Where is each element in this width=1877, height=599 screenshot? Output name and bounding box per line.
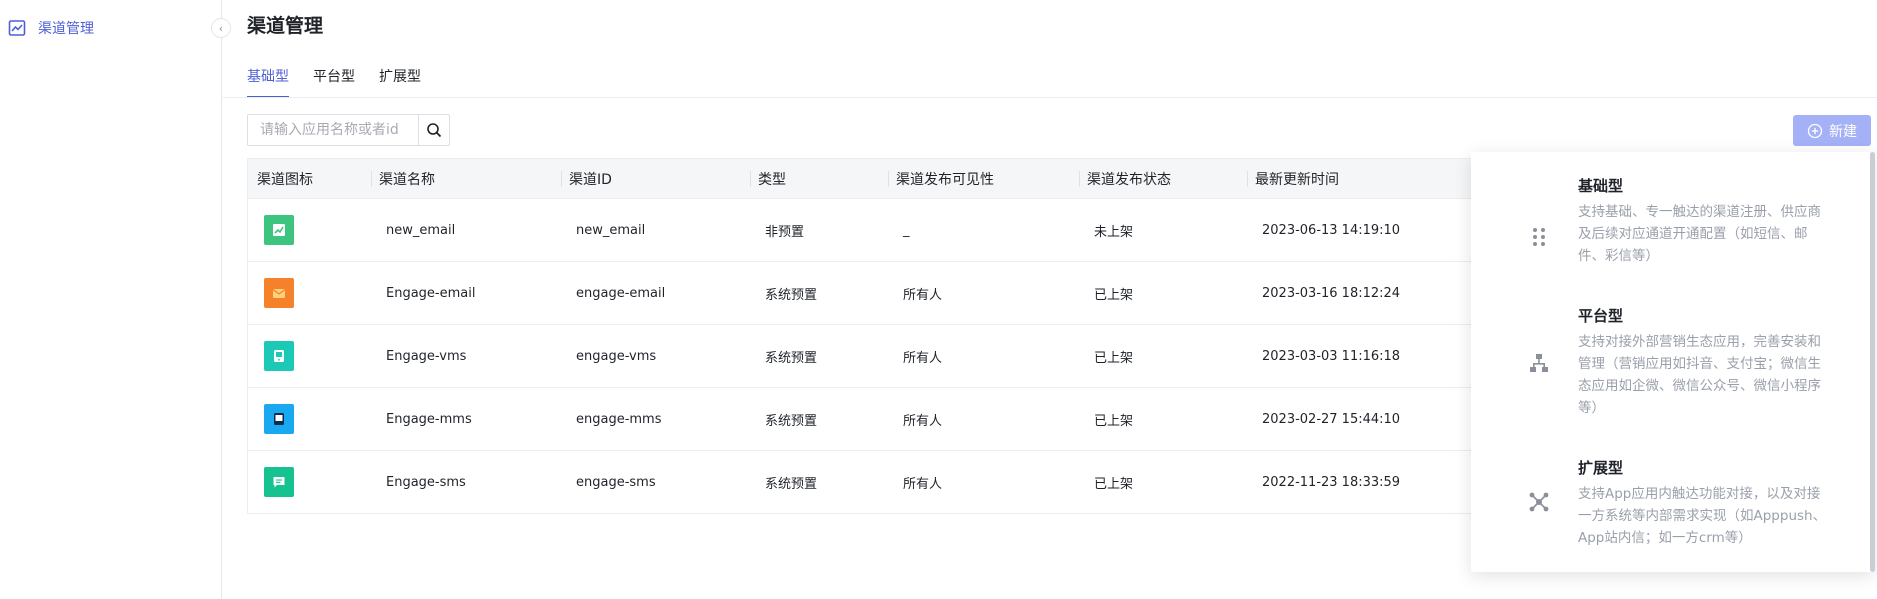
channel-name: Engage-vms <box>386 348 467 364</box>
column-header: 最新更新时间 <box>1247 159 1339 198</box>
channel-id: engage-sms <box>576 474 656 490</box>
menu-item-description: 支持App应用内触达功能对接，以及对接一方系统等内部需求实现（如Apppush、… <box>1578 486 1827 546</box>
menu-item-title: 平台型 <box>1578 307 1624 325</box>
new-channel-type-menu: 基础型 支持基础、专一触达的渠道注册、供应商及后续对应通道开通配置（如短信、邮件… <box>1471 152 1874 572</box>
channel-type: 系统预置 <box>765 476 818 492</box>
new-button[interactable]: 新建 <box>1793 115 1871 146</box>
email-channel-icon <box>264 215 294 245</box>
channel-status: 已上架 <box>1094 350 1134 366</box>
menu-item-description: 支持基础、专一触达的渠道注册、供应商及后续对应通道开通配置（如短信、邮件、彩信等… <box>1578 204 1821 264</box>
engage-sms-icon <box>264 467 294 497</box>
menu-item-platform[interactable]: 平台型 支持对接外部营销生态应用，完善安装和管理（营销应用如抖音、支付宝；微信生… <box>1471 305 1874 435</box>
search-button[interactable] <box>418 115 449 145</box>
expand-nodes-icon <box>1527 490 1551 514</box>
updated-time: 2023-03-16 18:12:24 <box>1262 285 1401 301</box>
channel-status: 已上架 <box>1094 413 1134 429</box>
menu-item-title: 基础型 <box>1578 177 1624 195</box>
collapse-sidebar-button[interactable]: ‹ <box>211 18 231 38</box>
app-window: 渠道管理 ‹ 渠道管理 基础型 平台型 扩展型 新建 渠道图标 渠道名称 渠道I… <box>0 0 1877 599</box>
channel-name: Engage-email <box>386 285 476 301</box>
column-header: 渠道发布状态 <box>1079 159 1171 198</box>
chevron-left-icon: ‹ <box>218 21 224 35</box>
updated-time: 2023-06-13 14:19:10 <box>1262 222 1401 238</box>
channel-id: new_email <box>576 222 646 238</box>
channel-name: Engage-sms <box>386 474 466 490</box>
channel-type: 系统预置 <box>765 287 818 303</box>
tab-platform[interactable]: 平台型 <box>313 66 355 95</box>
updated-time: 2022-11-23 18:33:59 <box>1262 474 1401 490</box>
channel-name: Engage-mms <box>386 411 472 427</box>
channel-visibility: 所有人 <box>903 287 943 303</box>
tab-bar: 基础型 平台型 扩展型 <box>247 66 421 98</box>
channel-type: 非预置 <box>765 224 805 240</box>
channel-id: engage-vms <box>576 348 657 364</box>
chart-icon <box>8 19 26 37</box>
page-title: 渠道管理 <box>247 15 324 37</box>
scrollbar[interactable] <box>1870 152 1875 572</box>
channel-visibility: _ <box>903 222 910 238</box>
channel-status: 已上架 <box>1094 476 1134 492</box>
channel-id: engage-mms <box>576 411 662 427</box>
channel-status: 未上架 <box>1094 224 1134 240</box>
channel-id: engage-email <box>576 285 666 301</box>
new-button-label: 新建 <box>1829 123 1857 140</box>
channel-type: 系统预置 <box>765 350 818 366</box>
engage-mms-icon <box>264 404 294 434</box>
menu-item-title: 扩展型 <box>1578 459 1624 477</box>
channel-type: 系统预置 <box>765 413 818 429</box>
search-input[interactable] <box>248 115 418 145</box>
channel-visibility: 所有人 <box>903 350 943 366</box>
engage-vms-icon <box>264 341 294 371</box>
plus-circle-icon <box>1807 123 1823 138</box>
menu-item-description: 支持对接外部营销生态应用，完善安装和管理（营销应用如抖音、支付宝；微信生态应用如… <box>1578 334 1821 416</box>
sidebar-item-label: 渠道管理 <box>38 21 94 37</box>
sidebar: 渠道管理 ‹ <box>0 0 231 599</box>
dots-grid-icon <box>1527 225 1551 249</box>
column-header: 渠道发布可见性 <box>888 159 994 198</box>
engage-email-icon <box>264 278 294 308</box>
column-header: 类型 <box>750 159 786 198</box>
channel-visibility: 所有人 <box>903 476 943 492</box>
channel-status: 已上架 <box>1094 287 1134 303</box>
column-header: 渠道ID <box>561 159 612 198</box>
channel-visibility: 所有人 <box>903 413 943 429</box>
tab-basic[interactable]: 基础型 <box>247 66 289 98</box>
menu-item-extension[interactable]: 扩展型 支持App应用内触达功能对接，以及对接一方系统等内部需求实现（如Appp… <box>1471 457 1874 567</box>
menu-item-basic[interactable]: 基础型 支持基础、专一触达的渠道注册、供应商及后续对应通道开通配置（如短信、邮件… <box>1471 175 1874 285</box>
channel-name: new_email <box>386 222 456 238</box>
column-header: 渠道图标 <box>257 171 313 188</box>
sidebar-item-channel-management[interactable]: 渠道管理 <box>8 16 94 40</box>
tab-extension[interactable]: 扩展型 <box>379 66 421 95</box>
updated-time: 2023-02-27 15:44:10 <box>1262 411 1401 427</box>
search-icon <box>427 123 442 138</box>
column-header: 渠道名称 <box>371 159 435 198</box>
hierarchy-icon <box>1527 351 1551 375</box>
tab-divider <box>223 97 1877 98</box>
search-box <box>247 114 450 146</box>
updated-time: 2023-03-03 11:16:18 <box>1262 348 1401 364</box>
